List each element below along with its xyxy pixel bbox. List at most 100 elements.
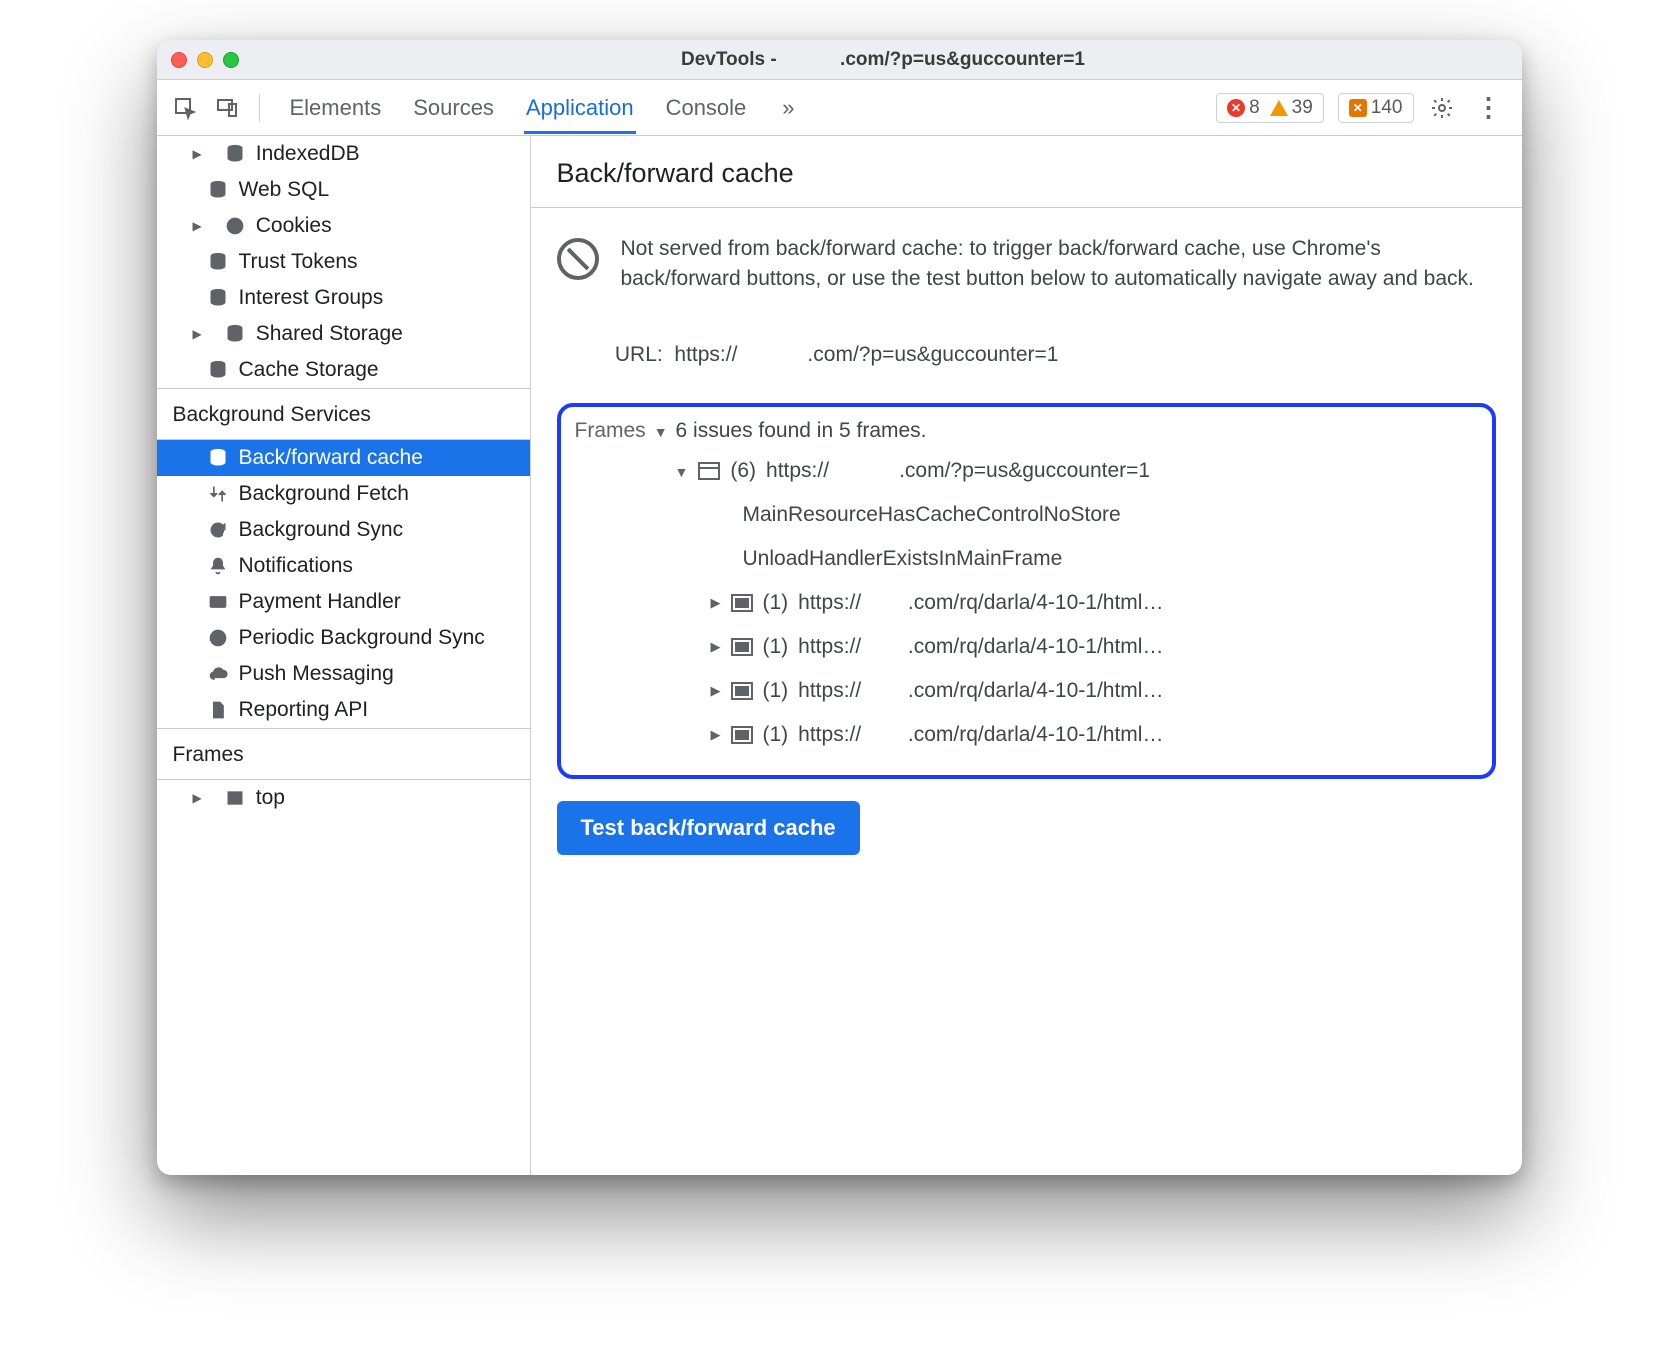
settings-icon[interactable] xyxy=(1428,94,1456,122)
errors-warnings-badge[interactable]: ✕8 39 xyxy=(1216,93,1324,123)
iframe-icon xyxy=(731,682,753,700)
database-icon xyxy=(207,359,229,381)
main-panel: Back/forward cache Not served from back/… xyxy=(531,136,1522,1175)
sidebar-item-reporting-api[interactable]: Reporting API xyxy=(157,692,530,728)
cloud-icon xyxy=(207,663,229,685)
tab-elements[interactable]: Elements xyxy=(288,81,384,134)
frames-summary: 6 issues found in 5 frames. xyxy=(676,419,927,443)
sidebar-item-push-messaging[interactable]: Push Messaging xyxy=(157,656,530,692)
frames-header[interactable]: Frames ▼ 6 issues found in 5 frames. xyxy=(575,419,1478,443)
sync-icon xyxy=(207,519,229,541)
sidebar-item-label: Background Sync xyxy=(239,518,404,542)
sidebar-item-indexeddb[interactable]: IndexedDB xyxy=(157,136,530,172)
sidebar-item-frame-top[interactable]: top xyxy=(157,780,530,816)
sidebar-item-notifications[interactable]: Notifications xyxy=(157,548,530,584)
sidebar-section-frames: Frames xyxy=(157,728,530,780)
chevron-right-icon: ▶ xyxy=(711,595,721,611)
sidebar-item-label: Payment Handler xyxy=(239,590,401,614)
sidebar-item-shared-storage[interactable]: Shared Storage xyxy=(157,316,530,352)
zoom-window-button[interactable] xyxy=(223,52,239,68)
devtools-toolbar: Elements Sources Application Console » ✕… xyxy=(157,80,1522,136)
window-title: DevTools - .com/?p=us&guccounter=1 xyxy=(259,49,1508,71)
messages-badge[interactable]: ✕140 xyxy=(1338,93,1414,123)
bfcache-reason[interactable]: UnloadHandlerExistsInMainFrame xyxy=(675,537,1478,581)
frames-issues-box: Frames ▼ 6 issues found in 5 frames. ▼ (… xyxy=(557,403,1496,779)
more-tabs-button[interactable]: » xyxy=(776,95,800,121)
reason-text: MainResourceHasCacheControlNoStore xyxy=(743,503,1121,527)
transfer-icon xyxy=(207,483,229,505)
top-frame-url: https:// .com/?p=us&guccounter=1 xyxy=(766,459,1150,483)
subframe-row[interactable]: ▶ (1) https:// .com/rq/darla/4-10-1/html… xyxy=(675,581,1478,625)
sidebar-item-cookies[interactable]: Cookies xyxy=(157,208,530,244)
database-icon xyxy=(224,143,246,165)
subframe-url: https:// .com/rq/darla/4-10-1/html… xyxy=(798,591,1163,615)
cookie-icon xyxy=(224,215,246,237)
subframe-row[interactable]: ▶ (1) https:// .com/rq/darla/4-10-1/html… xyxy=(675,625,1478,669)
sidebar-item-label: Web SQL xyxy=(239,178,330,202)
not-cached-explanation: Not served from back/forward cache: to t… xyxy=(621,234,1496,295)
sidebar-section-background-services: Background Services xyxy=(157,388,530,440)
database-icon xyxy=(207,179,229,201)
messages-icon: ✕ xyxy=(1349,99,1367,117)
inspect-element-icon[interactable] xyxy=(171,94,199,122)
messages-count: 140 xyxy=(1371,97,1403,119)
warning-count: 39 xyxy=(1292,97,1313,119)
iframe-icon xyxy=(731,594,753,612)
sidebar-item-label: Trust Tokens xyxy=(239,250,358,274)
tab-application[interactable]: Application xyxy=(524,81,636,134)
sidebar-item-interest-groups[interactable]: Interest Groups xyxy=(157,280,530,316)
chevron-down-icon: ▼ xyxy=(675,464,689,480)
sidebar-item-web-sql[interactable]: Web SQL xyxy=(157,172,530,208)
toggle-device-toolbar-icon[interactable] xyxy=(213,94,241,122)
url-label: URL: xyxy=(615,343,663,366)
sidebar-item-back-forward-cache[interactable]: Back/forward cache xyxy=(157,440,530,476)
chevron-right-icon: ▶ xyxy=(711,727,721,743)
not-cached-icon xyxy=(557,238,599,280)
iframe-icon xyxy=(731,726,753,744)
top-frame-row[interactable]: ▼ (6) https:// .com/?p=us&guccounter=1 xyxy=(675,449,1478,493)
panel-tabs: Elements Sources Application Console » xyxy=(288,81,1207,134)
sidebar-item-label: Cookies xyxy=(256,214,332,238)
sidebar-item-background-fetch[interactable]: Background Fetch xyxy=(157,476,530,512)
bell-icon xyxy=(207,555,229,577)
minimize-window-button[interactable] xyxy=(197,52,213,68)
more-options-icon[interactable]: ⋮ xyxy=(1470,92,1508,123)
close-window-button[interactable] xyxy=(171,52,187,68)
subframe-row[interactable]: ▶ (1) https:// .com/rq/darla/4-10-1/html… xyxy=(675,713,1478,757)
url-row: URL: https:// .com/?p=us&guccounter=1 xyxy=(557,319,1496,391)
top-frame-count: (6) xyxy=(730,459,756,483)
iframe-icon xyxy=(731,638,753,656)
subframe-count: (1) xyxy=(763,723,789,747)
chevron-down-icon: ▼ xyxy=(654,424,668,440)
frames-tree: top xyxy=(157,780,530,816)
sidebar-item-label: Periodic Background Sync xyxy=(239,626,485,650)
sidebar-item-trust-tokens[interactable]: Trust Tokens xyxy=(157,244,530,280)
sidebar-item-cache-storage[interactable]: Cache Storage xyxy=(157,352,530,388)
storage-tree: IndexedDB Web SQL Cookies Trust Tokens Inter… xyxy=(157,136,530,388)
sidebar-item-payment-handler[interactable]: Payment Handler xyxy=(157,584,530,620)
error-icon: ✕ xyxy=(1227,99,1245,117)
main-content: Not served from back/forward cache: to t… xyxy=(531,208,1522,881)
url-value: https:// .com/?p=us&guccounter=1 xyxy=(674,343,1058,366)
subframe-url: https:// .com/rq/darla/4-10-1/html… xyxy=(798,635,1163,659)
clock-icon xyxy=(207,627,229,649)
sidebar-item-label: Background Fetch xyxy=(239,482,409,506)
tab-sources[interactable]: Sources xyxy=(411,81,496,134)
sidebar-item-periodic-background-sync[interactable]: Periodic Background Sync xyxy=(157,620,530,656)
traffic-lights xyxy=(171,52,239,68)
sidebar-item-label: Reporting API xyxy=(239,698,369,722)
sidebar-item-background-sync[interactable]: Background Sync xyxy=(157,512,530,548)
database-icon xyxy=(207,287,229,309)
frames-issue-tree: ▼ (6) https:// .com/?p=us&guccounter=1 M… xyxy=(575,449,1478,757)
sidebar-item-label: Shared Storage xyxy=(256,322,403,346)
database-icon xyxy=(224,323,246,345)
frames-label: Frames xyxy=(575,419,646,443)
bfcache-reason[interactable]: MainResourceHasCacheControlNoStore xyxy=(675,493,1478,537)
chevron-right-icon: ▶ xyxy=(711,683,721,699)
test-bfcache-button[interactable]: Test back/forward cache xyxy=(557,801,860,855)
tab-console[interactable]: Console xyxy=(664,81,749,134)
warning-icon xyxy=(1270,100,1288,116)
reason-text: UnloadHandlerExistsInMainFrame xyxy=(743,547,1063,571)
database-icon xyxy=(207,251,229,273)
subframe-row[interactable]: ▶ (1) https:// .com/rq/darla/4-10-1/html… xyxy=(675,669,1478,713)
